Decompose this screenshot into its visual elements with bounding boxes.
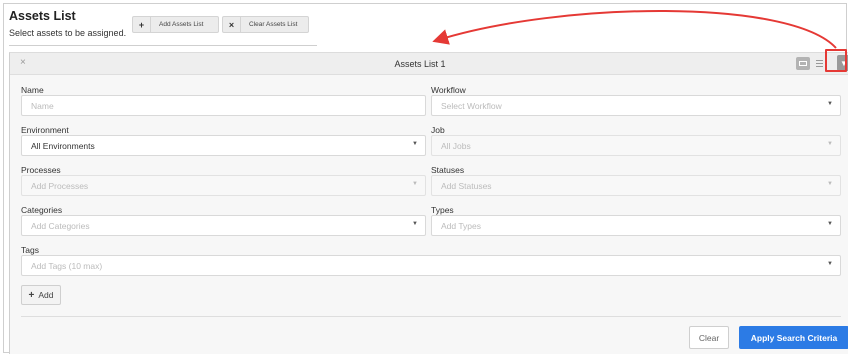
name-label: Name bbox=[21, 85, 44, 95]
panel-divider bbox=[21, 316, 841, 317]
workflow-placeholder: Select Workflow bbox=[441, 100, 502, 111]
chevron-down-icon: ▼ bbox=[412, 181, 418, 187]
page-title: Assets List bbox=[9, 9, 76, 23]
add-tag-label: Add bbox=[38, 290, 54, 300]
chevron-down-icon: ▼ bbox=[412, 141, 418, 147]
job-placeholder: All Jobs bbox=[441, 140, 471, 151]
panel-header: × Assets List 1 ▼ bbox=[10, 53, 848, 75]
processes-select[interactable]: Add Processes ▼ bbox=[21, 175, 426, 196]
chevron-down-icon: ▼ bbox=[827, 221, 833, 227]
page-subtitle: Select assets to be assigned. bbox=[9, 28, 127, 38]
workflow-select[interactable]: Select Workflow ▼ bbox=[431, 95, 841, 116]
clear-button[interactable]: Clear bbox=[689, 326, 729, 349]
panel-title: Assets List 1 bbox=[394, 59, 446, 69]
clear-assets-list-button[interactable]: × Clear Assets List bbox=[222, 16, 309, 33]
header-divider bbox=[9, 45, 317, 46]
categories-placeholder: Add Categories bbox=[31, 220, 90, 231]
statuses-label: Statuses bbox=[431, 165, 465, 175]
tags-placeholder: Add Tags (10 max) bbox=[31, 260, 103, 271]
clear-assets-list-label: Clear Assets List bbox=[249, 21, 298, 28]
statuses-select[interactable]: Add Statuses ▼ bbox=[431, 175, 841, 196]
chevron-down-icon: ▼ bbox=[827, 261, 833, 267]
apply-search-criteria-button[interactable]: Apply Search Criteria bbox=[739, 326, 848, 349]
job-select[interactable]: All Jobs ▼ bbox=[431, 135, 841, 156]
environment-select[interactable]: All Environments ▼ bbox=[21, 135, 426, 156]
statuses-placeholder: Add Statuses bbox=[441, 180, 492, 191]
plus-icon: + bbox=[28, 289, 35, 301]
tags-label: Tags bbox=[21, 245, 39, 255]
list-view-icon[interactable] bbox=[814, 57, 824, 70]
environment-value: All Environments bbox=[31, 140, 95, 151]
job-label: Job bbox=[431, 125, 445, 135]
add-assets-list-button[interactable]: + Add Assets List bbox=[132, 16, 219, 33]
name-input[interactable]: Name bbox=[21, 95, 426, 116]
assets-list-panel: × Assets List 1 ▼ Name Name Workflow Sel… bbox=[9, 52, 848, 354]
categories-label: Categories bbox=[21, 205, 63, 215]
chevron-down-icon: ▼ bbox=[827, 181, 833, 187]
chevron-down-icon: ▼ bbox=[412, 221, 418, 227]
workflow-label: Workflow bbox=[431, 85, 466, 95]
categories-select[interactable]: Add Categories ▼ bbox=[21, 215, 426, 236]
types-select[interactable]: Add Types ▼ bbox=[431, 215, 841, 236]
add-assets-list-label: Add Assets List bbox=[159, 21, 204, 28]
environment-label: Environment bbox=[21, 125, 69, 135]
close-icon: × bbox=[223, 17, 241, 32]
chevron-down-icon: ▼ bbox=[827, 141, 833, 147]
tags-select[interactable]: Add Tags (10 max) ▼ bbox=[21, 255, 841, 276]
processes-label: Processes bbox=[21, 165, 61, 175]
add-tag-button[interactable]: + Add bbox=[21, 285, 61, 305]
types-placeholder: Add Types bbox=[441, 220, 482, 231]
types-label: Types bbox=[431, 205, 454, 215]
chevron-down-icon: ▼ bbox=[827, 101, 833, 107]
filter-highlight-box bbox=[825, 49, 847, 72]
processes-placeholder: Add Processes bbox=[31, 180, 89, 191]
name-placeholder: Name bbox=[31, 100, 54, 111]
plus-icon: + bbox=[133, 17, 151, 32]
card-view-icon[interactable] bbox=[796, 57, 810, 70]
